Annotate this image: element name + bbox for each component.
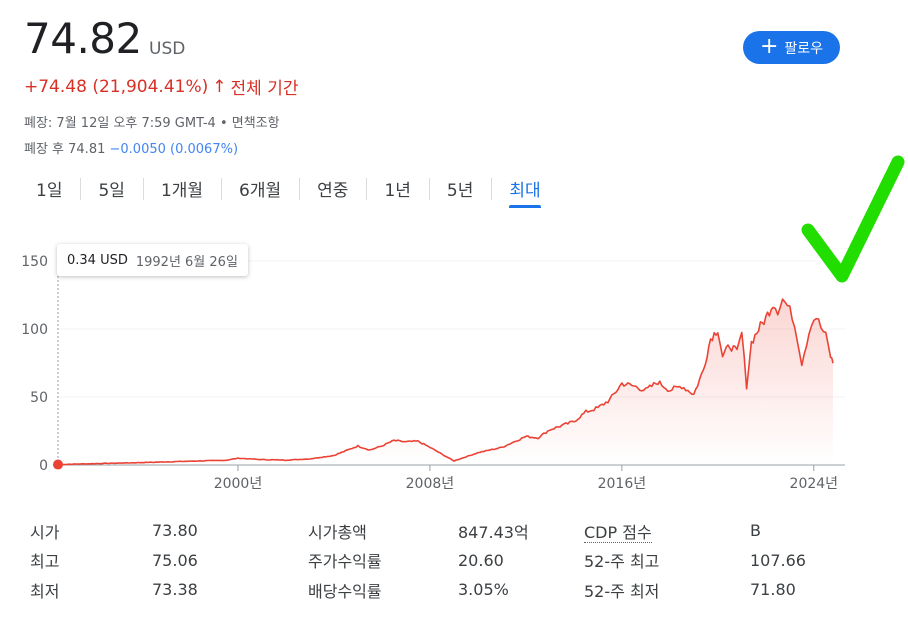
tab-1m[interactable]: 1개월 — [142, 172, 221, 208]
key-stats: 시가 73.80 시가총액 847.43억 CDP 점수 B 최고 75.06 … — [30, 516, 880, 605]
tab-ytd[interactable]: 연중 — [299, 172, 366, 208]
stats-row: 최저 73.38 배당수익률 3.05% 52-주 최저 71.80 — [30, 575, 880, 605]
range-tabs: 1일 5일 1개월 6개월 연중 1년 5년 최대 — [18, 172, 559, 210]
close-info: 폐장: 7월 12일 오후 7:59 GMT-4 • 면책조항 — [24, 116, 280, 131]
price-area — [58, 299, 833, 465]
after-hours-info: 폐장 후 74.81 −0.0050 (0.0067%) — [24, 138, 238, 157]
tab-5d[interactable]: 5일 — [80, 172, 142, 208]
stat-value-low: 73.38 — [152, 580, 198, 600]
stat-label-cdp[interactable]: CDP 점수 — [584, 519, 750, 543]
currency-label: USD — [149, 39, 186, 59]
x-tick-label: 2024년 — [790, 476, 839, 492]
stat-label-mkt-cap: 시가총액 — [308, 522, 367, 542]
stat-label-high: 최고 — [30, 552, 60, 572]
tooltip-date: 1992년 6월 26일 — [135, 254, 238, 270]
stat-label-open: 시가 — [30, 522, 60, 542]
stock-price: 74.82 — [24, 14, 142, 63]
stat-value-mkt-cap: 847.43억 — [458, 522, 529, 542]
stat-label-pe: 주가수익률 — [308, 552, 382, 572]
up-arrow-icon: ↑ — [212, 76, 227, 97]
stat-value-52w-low: 71.80 — [750, 580, 796, 600]
stat-value-high: 75.06 — [152, 550, 198, 570]
y-axis: 150 100 50 0 — [21, 254, 48, 474]
stat-value-div-yield: 3.05% — [458, 580, 509, 600]
cdp-score-link[interactable]: CDP 점수 — [584, 522, 652, 543]
y-tick-label: 100 — [21, 322, 48, 338]
stats-row: 시가 73.80 시가총액 847.43억 CDP 점수 B — [30, 516, 880, 546]
price-change: +74.48 (21,904.41%) ↑ 전체 기간 — [24, 74, 299, 100]
y-tick-label: 50 — [30, 390, 48, 406]
chart-tooltip: 0.34 USD 1992년 6월 26일 — [57, 244, 248, 276]
stat-value-52w-high: 107.66 — [750, 550, 806, 570]
x-axis: 2000년 2008년 2016년 2024년 — [214, 465, 838, 492]
stat-label-div-yield: 배당수익률 — [308, 581, 382, 601]
x-tick-label: 2000년 — [214, 476, 263, 492]
tab-1d[interactable]: 1일 — [18, 172, 80, 208]
stats-row: 최고 75.06 주가수익률 20.60 52-주 최고 107.66 — [30, 546, 880, 576]
stat-label-low: 최저 — [30, 581, 60, 601]
tab-1y[interactable]: 1년 — [366, 172, 428, 208]
change-value: +74.48 (21,904.41%) — [24, 76, 209, 97]
stat-label-52w-low: 52-주 최저 — [584, 581, 660, 601]
plus-icon: + — [759, 33, 779, 59]
change-period: 전체 기간 — [230, 79, 299, 99]
tab-6m[interactable]: 6개월 — [221, 172, 299, 208]
stat-label-52w-high: 52-주 최고 — [584, 552, 660, 572]
after-hours-change: −0.0050 (0.0067%) — [109, 142, 239, 157]
y-tick-label: 150 — [21, 254, 48, 270]
stat-value-open: 73.80 — [152, 521, 198, 541]
follow-label: 팔로우 — [784, 40, 824, 57]
after-hours-label: 폐장 후 74.81 — [24, 142, 106, 157]
stat-value-cdp: B — [750, 521, 761, 541]
green-checkmark-icon — [801, 155, 905, 283]
x-tick-label: 2008년 — [406, 476, 455, 492]
x-tick-label: 2016년 — [598, 476, 647, 492]
follow-button[interactable]: + 팔로우 — [743, 31, 840, 64]
cursor-dot — [53, 459, 63, 470]
tab-max[interactable]: 최대 — [491, 172, 558, 208]
tab-5y[interactable]: 5년 — [428, 172, 491, 208]
y-tick-label: 0 — [39, 458, 48, 474]
tooltip-value: 0.34 USD — [67, 252, 128, 268]
stat-value-pe: 20.60 — [458, 550, 504, 570]
